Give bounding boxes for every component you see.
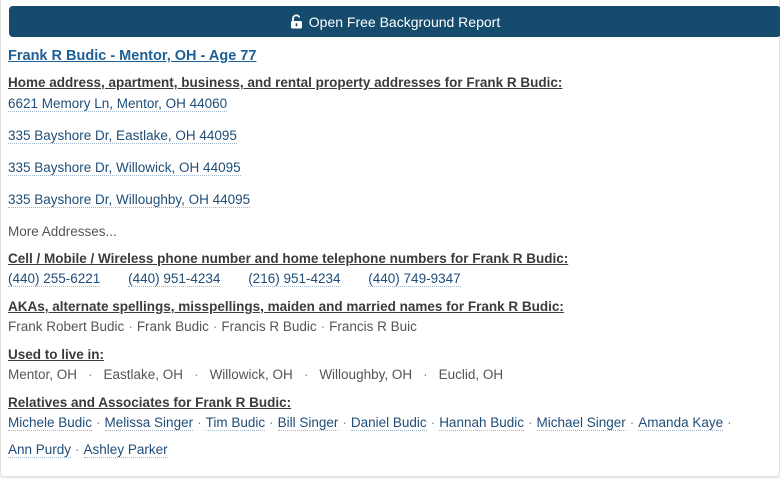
relative-link[interactable]: Amanda Kaye: [638, 415, 724, 431]
separator: ·: [128, 319, 133, 334]
address-link[interactable]: 335 Bayshore Dr, Willoughby, OH 44095: [8, 192, 251, 208]
relative-link[interactable]: Bill Singer: [277, 415, 339, 431]
relative-link[interactable]: Daniel Budic: [350, 415, 427, 431]
city-name: Eastlake, OH: [103, 367, 184, 382]
lived-in-list: Mentor, OH · Eastlake, OH · Willowick, OH · Wi…: [8, 367, 503, 382]
separator: ·: [528, 415, 533, 430]
separator: ·: [96, 415, 101, 430]
separator: ·: [629, 415, 635, 430]
city-name: Euclid, OH: [438, 367, 504, 382]
aka-list: Frank Robert Budic · Frank Budic · Francis R…: [8, 319, 417, 334]
relatives-list-line-2: Ann Purdy · Ashley Parker: [8, 442, 168, 458]
phone-list: (440) 255-6221 (440) 951-4234 (216) 951-…: [8, 271, 485, 287]
separator: ·: [320, 319, 326, 334]
person-card: Open Free Background Report Frank R Budi…: [0, 0, 780, 477]
address-link[interactable]: 335 Bayshore Dr, Willowick, OH 44095: [8, 160, 241, 176]
city-name: Mentor, OH: [8, 367, 78, 382]
address-link[interactable]: 6621 Memory Ln, Mentor, OH 44060: [8, 96, 228, 112]
relative-link[interactable]: Tim Budic: [205, 415, 266, 431]
relative-link[interactable]: Melissa Singer: [104, 415, 194, 431]
report-button-label: Open Free Background Report: [308, 13, 501, 30]
open-background-report-button[interactable]: Open Free Background Report: [9, 6, 780, 37]
city-name: Willoughby, OH: [319, 367, 413, 382]
more-addresses-link[interactable]: More Addresses...: [8, 224, 117, 239]
separator: ·: [75, 442, 80, 457]
akas-heading: AKAs, alternate spellings, misspellings,…: [8, 299, 564, 314]
separator: ·: [212, 319, 218, 334]
unlock-icon: [290, 14, 303, 29]
separator: ·: [303, 367, 309, 382]
aka-name: Francis R Budic: [221, 319, 317, 334]
phone-link[interactable]: (216) 951-4234: [248, 271, 341, 287]
aka-name: Frank Budic: [136, 319, 209, 334]
separator: ·: [197, 415, 202, 430]
aka-name: Francis R Buic: [329, 319, 417, 334]
aka-name: Frank Robert Budic: [8, 319, 125, 334]
relative-link[interactable]: Hannah Budic: [439, 415, 524, 431]
phones-heading: Cell / Mobile / Wireless phone number an…: [8, 251, 569, 266]
separator: ·: [423, 367, 428, 382]
separator: ·: [342, 415, 347, 430]
separator: ·: [727, 415, 732, 430]
relative-link[interactable]: Ashley Parker: [83, 442, 168, 458]
separator: ·: [269, 415, 274, 430]
separator: ·: [430, 415, 436, 430]
person-title-link[interactable]: Frank R Budic - Mentor, OH - Age 77: [8, 48, 256, 64]
relative-link[interactable]: Michele Budic: [8, 415, 93, 431]
phone-link[interactable]: (440) 749-9347: [368, 271, 461, 287]
relatives-heading: Relatives and Associates for Frank R Bud…: [8, 395, 292, 410]
address-link[interactable]: 335 Bayshore Dr, Eastlake, OH 44095: [8, 128, 237, 144]
lived-in-heading: Used to live in:: [8, 347, 105, 362]
phone-link[interactable]: (440) 255-6221: [8, 271, 101, 287]
separator: ·: [194, 367, 199, 382]
city-name: Willowick, OH: [209, 367, 293, 382]
phone-link[interactable]: (440) 951-4234: [128, 271, 221, 287]
relatives-list-line-1: Michele Budic · Melissa Singer · Tim Budic · B…: [8, 415, 736, 431]
relative-link[interactable]: Michael Singer: [536, 415, 626, 431]
separator: ·: [88, 367, 93, 382]
addresses-heading: Home address, apartment, business, and r…: [8, 75, 563, 90]
relative-link[interactable]: Ann Purdy: [8, 442, 72, 458]
